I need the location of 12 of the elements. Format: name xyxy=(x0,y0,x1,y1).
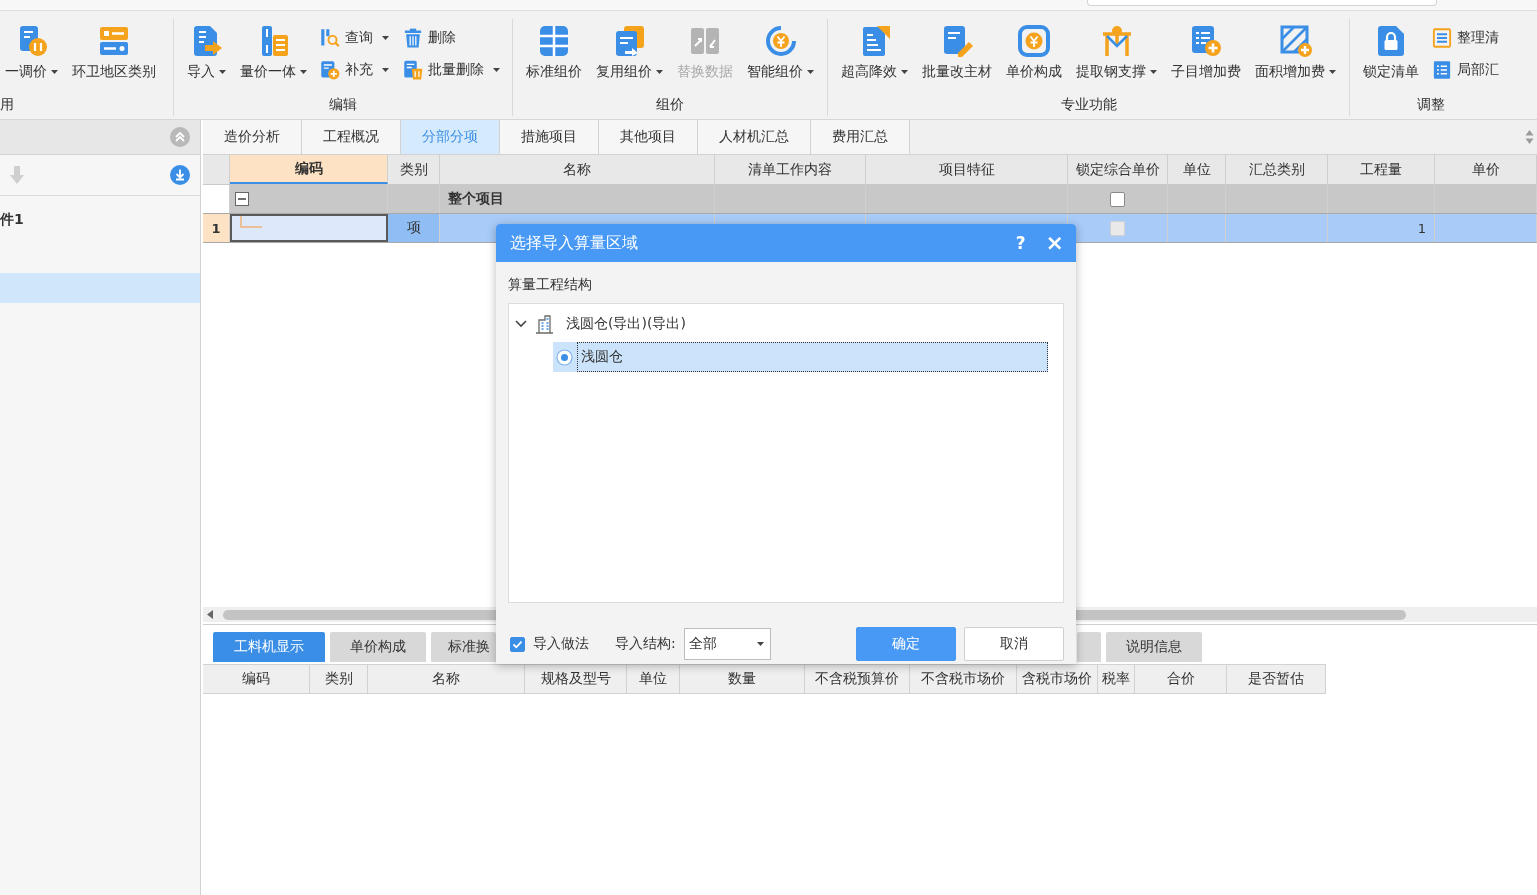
group-label: 调整 xyxy=(1415,95,1446,114)
table-cell: 1 xyxy=(1328,214,1435,242)
field-label: 导入结构: xyxy=(615,635,676,653)
group-label: 专业功能 xyxy=(1059,95,1118,114)
section-label: 算量工程结构 xyxy=(508,275,593,294)
group-label: 组价 xyxy=(655,95,685,114)
table-cell: 项 xyxy=(388,214,440,242)
table-cell: 整个项目 xyxy=(440,185,715,213)
dialog-title: 选择导入算量区域 xyxy=(510,232,639,254)
group-label: 编辑 xyxy=(328,95,358,114)
group-label: 用 xyxy=(0,95,15,114)
row-number: 1 xyxy=(203,214,230,242)
